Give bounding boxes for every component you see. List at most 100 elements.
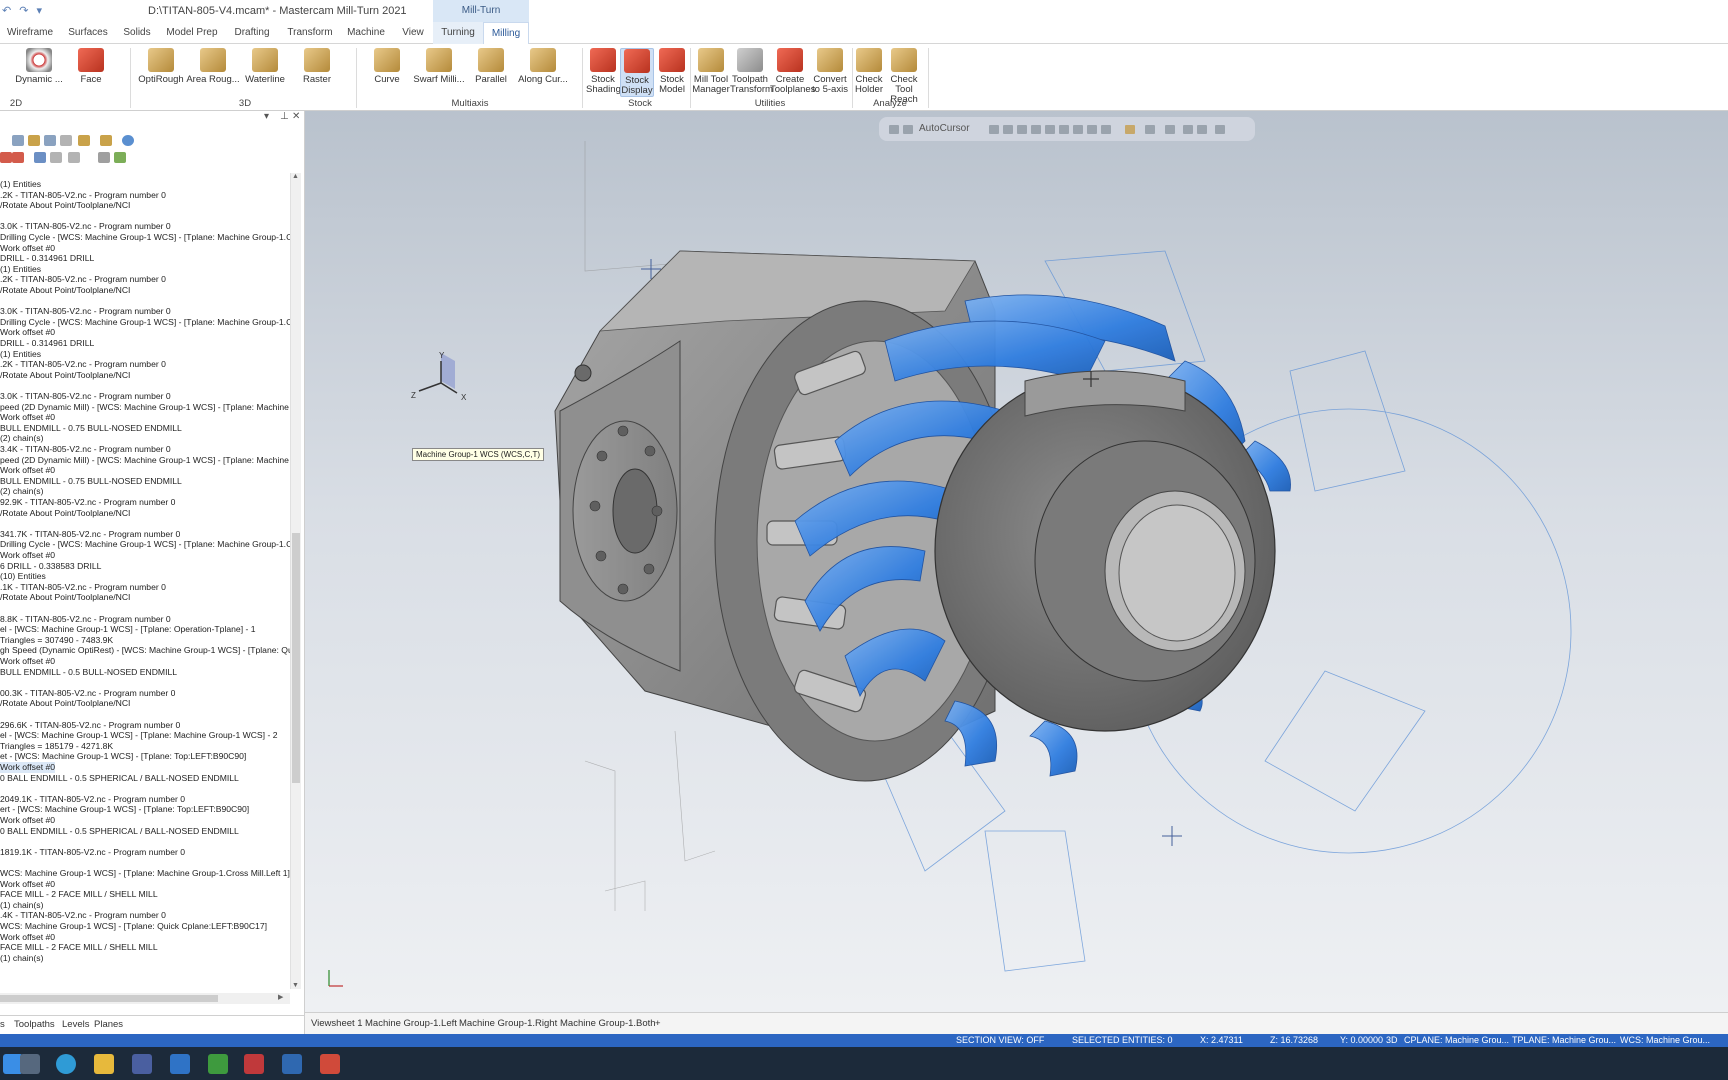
select-all-icon[interactable] [12, 135, 24, 146]
move-down-icon[interactable] [0, 152, 12, 163]
operation-line[interactable]: 0 BALL ENDMILL - 0.5 SPHERICAL / BALL-NO… [0, 826, 239, 837]
parallel-button[interactable]: Parallel [464, 48, 518, 85]
operation-line[interactable]: /Rotate About Point/Toolplane/NCI [0, 370, 130, 381]
operation-line[interactable]: Drilling Cycle - [WCS: Machine Group-1 W… [0, 539, 290, 550]
operation-line[interactable]: WCS: Machine Group-1 WCS] - [Tplane: Mac… [0, 868, 290, 879]
camtasia-icon[interactable] [208, 1054, 228, 1074]
stock-model-button[interactable]: Stock Model [655, 48, 689, 95]
backplot-icon[interactable] [44, 135, 56, 146]
stock-shading-button[interactable]: Stock Shading [586, 48, 621, 95]
vertical-scroll-thumb[interactable] [292, 533, 300, 783]
operation-line[interactable]: Work offset #0 [0, 932, 55, 943]
tab-surfaces[interactable]: Surfaces [62, 22, 114, 44]
filter-icon[interactable] [98, 152, 110, 163]
help-icon[interactable] [122, 135, 134, 146]
scroll-icon[interactable] [50, 152, 62, 163]
operation-line[interactable]: WCS: Machine Group-1 WCS] - [Tplane: Qui… [0, 921, 267, 932]
operation-line[interactable]: gh Speed (Dynamic OptiRest) - [WCS: Mach… [0, 645, 290, 656]
redo-icon[interactable]: ↷ [19, 4, 28, 17]
operation-line[interactable]: el - [WCS: Machine Group-1 WCS] - [Tplan… [0, 730, 277, 741]
panel-menu-icon[interactable]: ▾ [264, 111, 269, 122]
tab-machine-group-both[interactable]: Machine Group-1.Both [560, 1018, 656, 1029]
operation-line[interactable]: /Rotate About Point/Toolplane/NCI [0, 698, 130, 709]
mill-tool-manager-button[interactable]: Mill Tool Manager [692, 48, 730, 95]
operation-line[interactable]: BULL ENDMILL - 0.5 BULL-NOSED ENDMILL [0, 667, 177, 678]
vertical-scrollbar[interactable]: ▲ ▼ [290, 173, 301, 989]
mail-icon[interactable] [170, 1054, 190, 1074]
operation-line[interactable]: Work offset #0 [0, 879, 55, 890]
operation-line[interactable]: 3.0K - TITAN-805-V2.nc - Program number … [0, 391, 171, 402]
operation-line[interactable]: 1819.1K - TITAN-805-V2.nc - Program numb… [0, 847, 185, 858]
operation-line[interactable]: FACE MILL - 2 FACE MILL / SHELL MILL [0, 889, 158, 900]
operation-line[interactable]: Work offset #0 [0, 762, 56, 773]
check-tool-reach-button[interactable]: Check Tool Reach [886, 48, 922, 105]
wcs-status[interactable]: WCS: Machine Grou... [1620, 1035, 1710, 1045]
horizontal-scroll-thumb[interactable] [0, 995, 218, 1002]
view-mode-3d[interactable]: 3D [1386, 1035, 1398, 1045]
operation-line[interactable]: Work offset #0 [0, 656, 55, 667]
scroll-right-icon[interactable]: ▶ [278, 993, 283, 1001]
operation-line[interactable]: Drilling Cycle - [WCS: Machine Group-1 W… [0, 317, 290, 328]
tab-solids-partial[interactable]: s [0, 1019, 5, 1030]
operation-line[interactable]: Drilling Cycle - [WCS: Machine Group-1 W… [0, 232, 290, 243]
operation-line[interactable]: 00.3K - TITAN-805-V2.nc - Program number… [0, 688, 175, 699]
dynamic-button[interactable]: Dynamic ... [12, 48, 66, 85]
close-icon[interactable]: ✕ [292, 111, 300, 122]
file-explorer-icon[interactable] [94, 1054, 114, 1074]
edge-browser-icon[interactable] [56, 1054, 76, 1074]
operation-line[interactable]: 296.6K - TITAN-805-V2.nc - Program numbe… [0, 720, 180, 731]
horizontal-scrollbar[interactable]: ▶ [0, 993, 290, 1004]
operation-line[interactable]: /Rotate About Point/Toolplane/NCI [0, 285, 130, 296]
tab-solids[interactable]: Solids [116, 22, 158, 44]
operation-line[interactable]: Work offset #0 [0, 243, 55, 254]
post-icon[interactable] [78, 135, 90, 146]
tab-machine-group-left[interactable]: Machine Group-1.Left [365, 1018, 457, 1029]
toolpath-transform-button[interactable]: Toolpath Transform [730, 48, 773, 95]
operation-line[interactable]: 0 BALL ENDMILL - 0.5 SPHERICAL / BALL-NO… [0, 773, 239, 784]
operation-line[interactable]: el - [WCS: Machine Group-1 WCS] - [Tplan… [0, 624, 256, 635]
operation-line[interactable]: peed (2D Dynamic Mill) - [WCS: Machine G… [0, 402, 290, 413]
scroll-down-icon[interactable]: ▼ [292, 982, 299, 989]
operation-line[interactable]: BULL ENDMILL - 0.75 BULL-NOSED ENDMILL [0, 423, 182, 434]
operation-line[interactable]: (10) Entities [0, 571, 46, 582]
mastercam-icon[interactable] [244, 1054, 264, 1074]
operation-line[interactable]: Work offset #0 [0, 465, 55, 476]
operation-line[interactable]: 2049.1K - TITAN-805-V2.nc - Program numb… [0, 794, 185, 805]
tab-planes[interactable]: Planes [94, 1019, 123, 1030]
operation-line[interactable]: Work offset #0 [0, 815, 55, 826]
tab-toolpaths[interactable]: Toolpaths [14, 1019, 55, 1030]
operation-line[interactable]: 6 DRILL - 0.338583 DRILL [0, 561, 101, 572]
operation-line[interactable]: .4K - TITAN-805-V2.nc - Program number 0 [0, 910, 166, 921]
tab-milling[interactable]: Milling [483, 22, 529, 44]
operation-line[interactable]: 341.7K - TITAN-805-V2.nc - Program numbe… [0, 529, 180, 540]
operation-line[interactable]: ert - [WCS: Machine Group-1 WCS] - [Tpla… [0, 804, 249, 815]
optirough-button[interactable]: OptiRough [134, 48, 188, 85]
operation-line[interactable]: DRILL - 0.314961 DRILL [0, 253, 94, 264]
operation-line[interactable]: /Rotate About Point/Toolplane/NCI [0, 200, 130, 211]
tab-machine-group-right[interactable]: Machine Group-1.Right [459, 1018, 557, 1029]
operation-line[interactable]: (1) Entities [0, 349, 41, 360]
operation-line[interactable]: (2) chain(s) [0, 486, 43, 497]
operation-line[interactable]: 8.8K - TITAN-805-V2.nc - Program number … [0, 614, 171, 625]
operation-line[interactable]: 3.0K - TITAN-805-V2.nc - Program number … [0, 306, 171, 317]
tab-turning[interactable]: Turning [434, 22, 482, 44]
tab-drafting[interactable]: Drafting [226, 22, 278, 44]
operation-line[interactable]: peed (2D Dynamic Mill) - [WCS: Machine G… [0, 455, 290, 466]
display-icon[interactable] [68, 152, 80, 163]
lock-icon[interactable] [114, 152, 126, 163]
operation-line[interactable]: /Rotate About Point/Toolplane/NCI [0, 508, 130, 519]
operation-line[interactable]: (1) Entities [0, 264, 41, 275]
tab-transform[interactable]: Transform [282, 22, 338, 44]
operation-line[interactable]: BULL ENDMILL - 0.75 BULL-NOSED ENDMILL [0, 476, 182, 487]
app-icon[interactable] [282, 1054, 302, 1074]
scroll-up-icon[interactable]: ▲ [292, 173, 299, 180]
tab-view[interactable]: View [394, 22, 432, 44]
raster-button[interactable]: Raster [290, 48, 344, 85]
create-toolplanes-button[interactable]: Create Toolplanes [770, 48, 815, 95]
swarf-milling-button[interactable]: Swarf Milli... [412, 48, 466, 85]
cplane-status[interactable]: CPLANE: Machine Grou... [1404, 1035, 1509, 1045]
insert-arrow-icon[interactable] [34, 152, 46, 163]
wand-icon[interactable] [100, 135, 112, 146]
tab-levels[interactable]: Levels [62, 1019, 89, 1030]
operation-line[interactable]: /Rotate About Point/Toolplane/NCI [0, 592, 130, 603]
